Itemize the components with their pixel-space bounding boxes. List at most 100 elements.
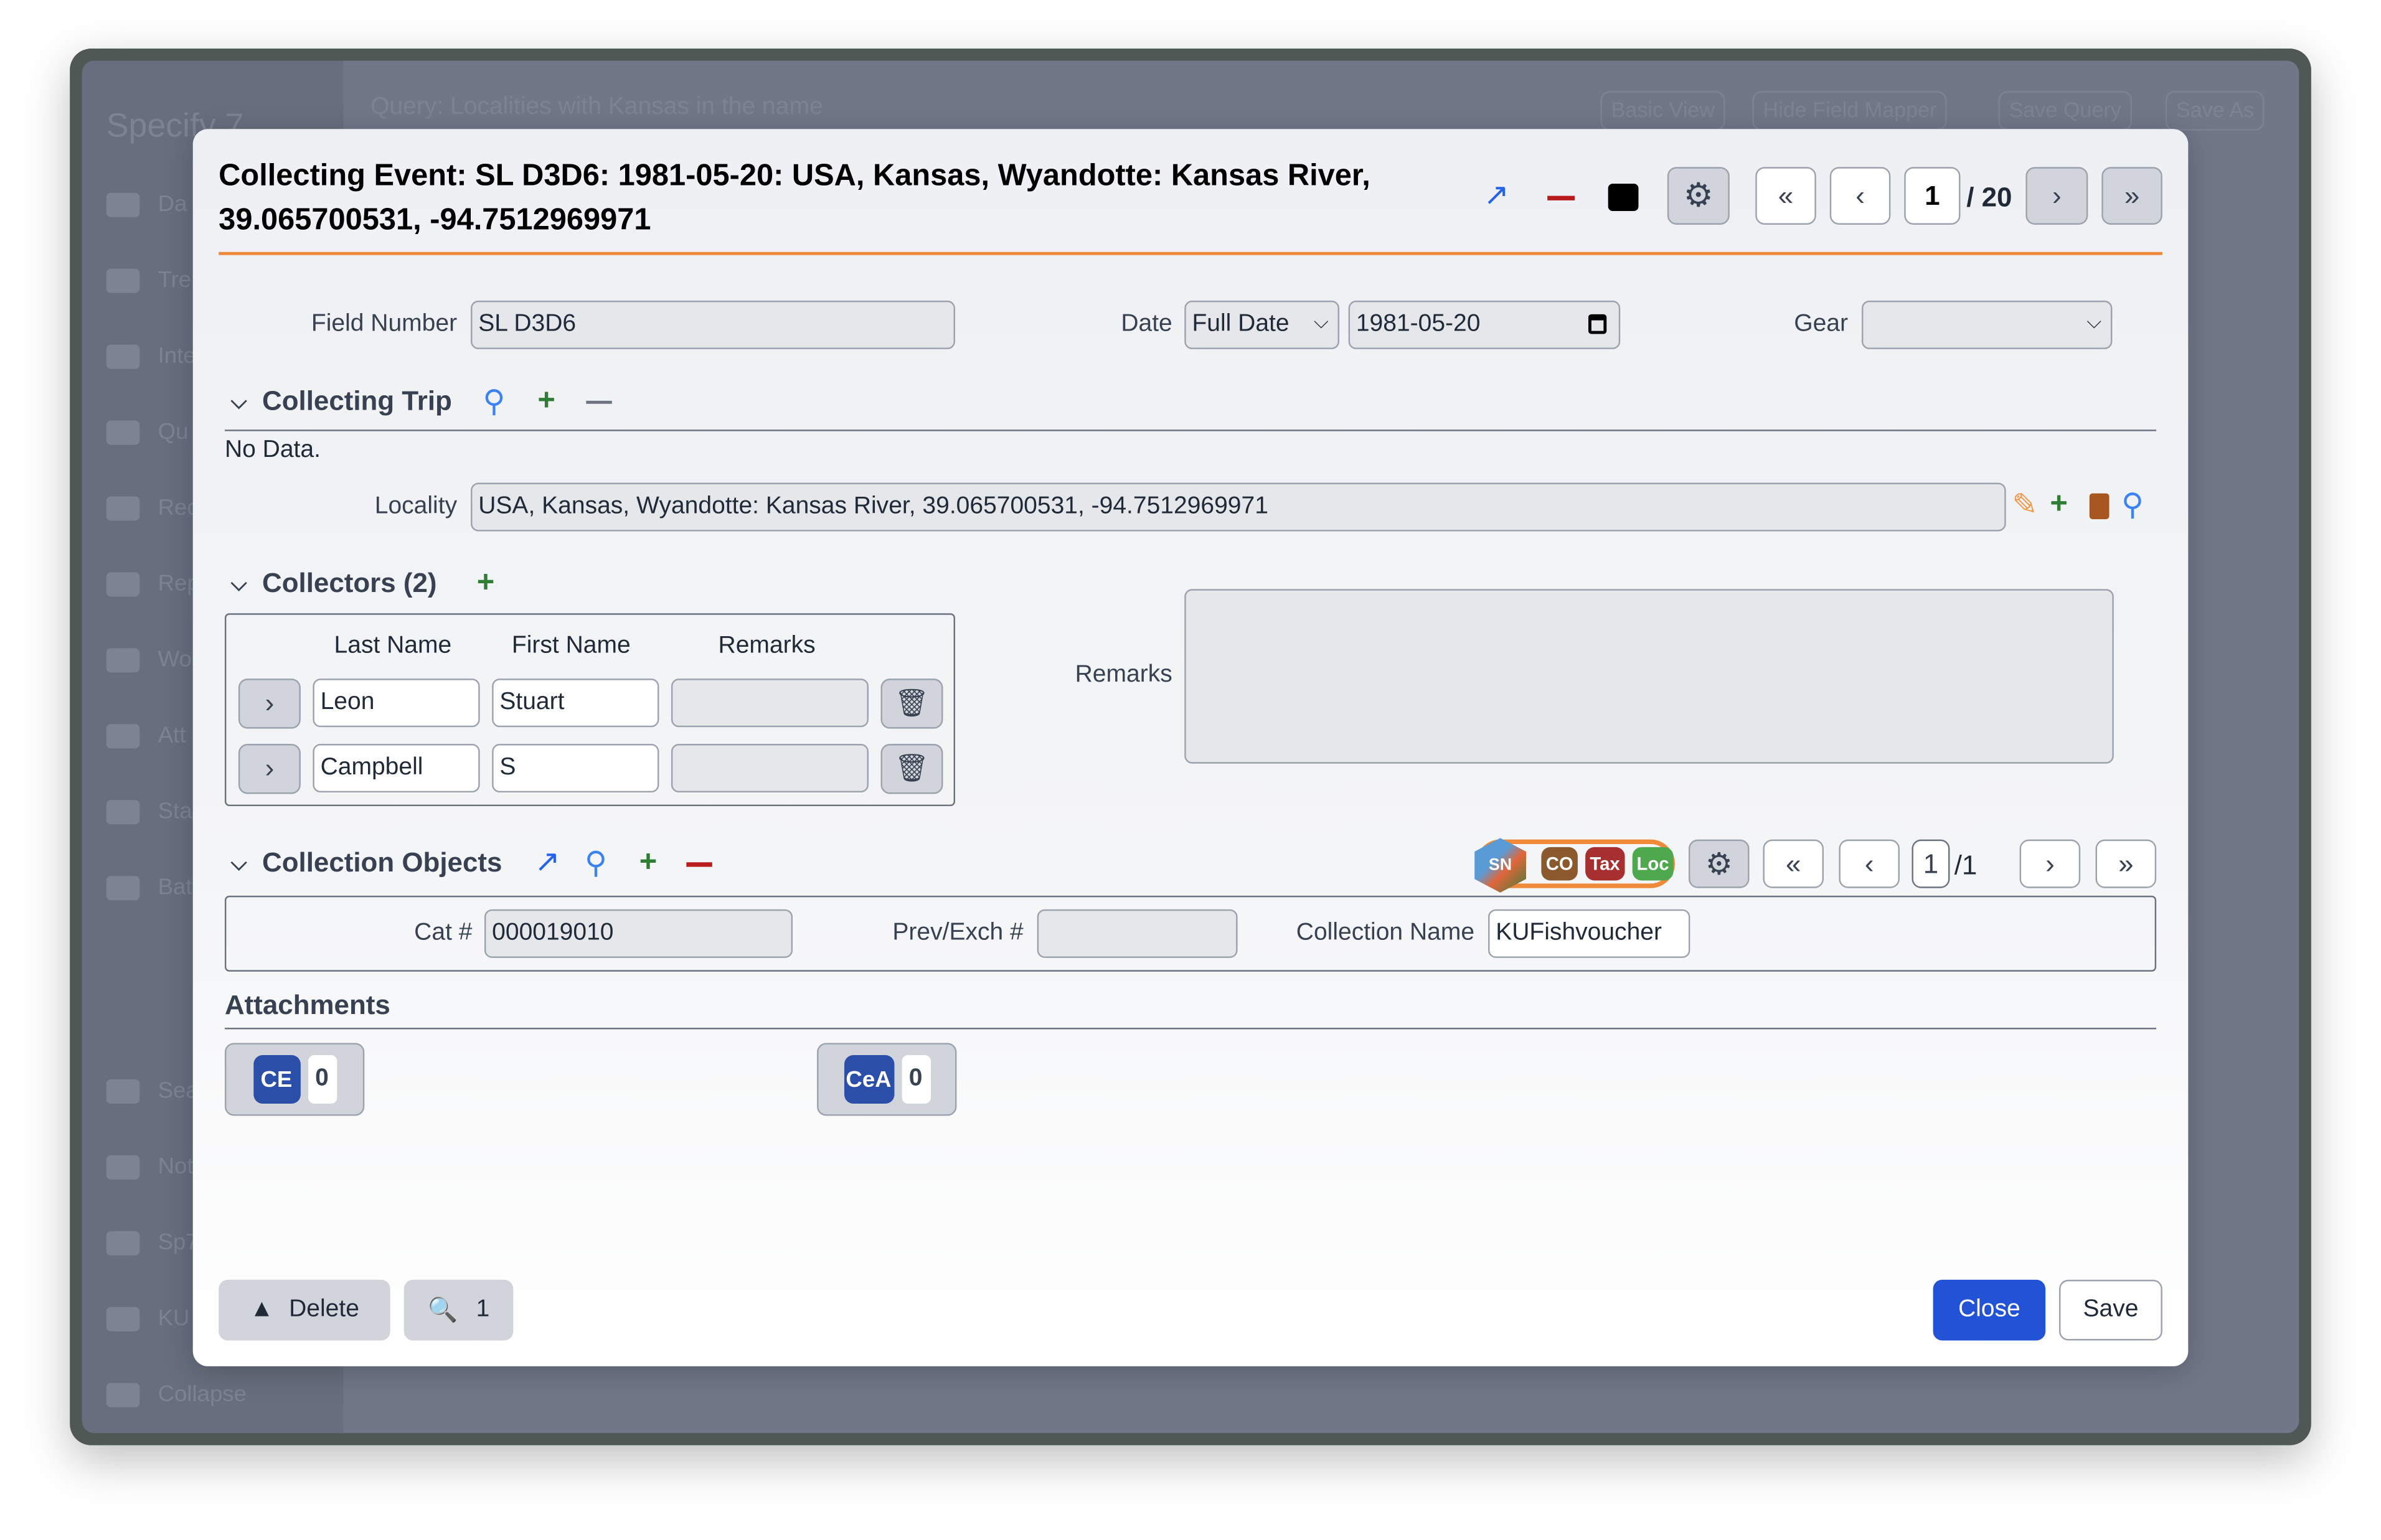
record-index-input[interactable]: 1 xyxy=(1904,167,1961,225)
remarks-label: Remarks xyxy=(1075,662,1172,688)
cat-number-input[interactable]: 000019010 xyxy=(484,909,793,958)
collecting-trip-header[interactable]: ⌵ Collecting Trip xyxy=(231,385,452,417)
loc-plugin-icon[interactable]: Loc xyxy=(1632,847,1674,881)
calendar-icon[interactable] xyxy=(1588,314,1607,334)
cea-attachment-icon: CeA xyxy=(843,1054,894,1104)
sidebar-item-label: Tre xyxy=(158,267,192,293)
remarks-input[interactable] xyxy=(671,744,869,793)
last-name-input[interactable]: Leon xyxy=(313,678,480,728)
collection-name-input[interactable]: KUFishvoucher xyxy=(1488,909,1690,958)
settings-button[interactable]: ⚙ xyxy=(1667,167,1730,225)
co-plugin-icon[interactable]: CO xyxy=(1541,847,1578,881)
chevron-down-icon[interactable]: ⌵ xyxy=(231,850,247,876)
chevron-down-icon[interactable]: ⌵ xyxy=(231,388,247,414)
date-input[interactable]: 1981-05-20 xyxy=(1348,300,1621,349)
sidebar-item[interactable]: Sea xyxy=(106,1078,199,1104)
close-button[interactable]: Close xyxy=(1933,1279,2046,1341)
minus-icon[interactable] xyxy=(1547,195,1575,200)
sidebar-item[interactable]: Da xyxy=(106,191,187,217)
prev-exch-input[interactable] xyxy=(1037,909,1238,958)
previous-icon: ‹ xyxy=(1855,179,1865,210)
date-precision-select[interactable]: Full Date ⌵ xyxy=(1184,300,1340,349)
search-icon[interactable]: ⚲ xyxy=(2121,491,2144,521)
co-last-button[interactable]: » xyxy=(2095,839,2157,888)
search-icon[interactable]: ⚲ xyxy=(483,387,506,418)
column-header: First Name xyxy=(511,632,631,659)
field-number-input[interactable]: SL D3D6 xyxy=(471,300,956,349)
no-data-text: No Data. xyxy=(224,437,321,463)
gear-label: Gear xyxy=(1794,311,1849,337)
clipboard-icon[interactable] xyxy=(2089,493,2110,520)
section-divider xyxy=(224,430,2157,431)
sidebar-item[interactable]: Tre xyxy=(106,267,191,293)
remove-icon[interactable] xyxy=(586,400,612,404)
expand-row-button[interactable]: › xyxy=(238,678,301,729)
sidebar-item[interactable]: Rec xyxy=(106,495,199,521)
co-next-button[interactable]: › xyxy=(2019,839,2081,888)
edit-icon[interactable]: ✎ xyxy=(2012,491,2037,521)
locality-input[interactable]: USA, Kansas, Wyandotte: Kansas River, 39… xyxy=(471,482,2006,532)
sidebar-item-label: Sta xyxy=(158,798,192,825)
chevron-down-icon: ⌵ xyxy=(1313,309,1329,333)
first-icon: « xyxy=(1778,179,1794,210)
attachments-heading: Attachments xyxy=(224,990,390,1020)
co-previous-button[interactable]: ‹ xyxy=(1839,839,1900,888)
co-first-button[interactable]: « xyxy=(1763,839,1824,888)
ce-attachments-button[interactable]: CE 0 xyxy=(224,1043,365,1116)
sidebar-item-icon xyxy=(106,799,140,824)
first-name-input[interactable]: Stuart xyxy=(492,678,659,728)
last-name-input[interactable]: Campbell xyxy=(313,744,480,793)
add-collector-icon[interactable]: + xyxy=(477,568,495,598)
sidebar-item[interactable]: KU xyxy=(106,1305,189,1331)
chevron-down-icon[interactable]: ⌵ xyxy=(231,571,247,596)
tax-plugin-icon[interactable]: Tax xyxy=(1585,847,1625,881)
sidebar-item[interactable]: Inte xyxy=(106,343,196,369)
co-index-input[interactable]: 1 xyxy=(1912,839,1950,888)
collection-objects-header[interactable]: ⌵ Collection Objects xyxy=(231,847,502,879)
delete-button[interactable]: ▲ Delete xyxy=(219,1279,390,1341)
delete-row-button[interactable]: 🗑 xyxy=(880,744,943,794)
first-record-button[interactable]: « xyxy=(1755,167,1816,225)
sidebar-item[interactable]: Att xyxy=(106,723,186,748)
sidebar-item[interactable]: Sta xyxy=(106,799,192,824)
search-icon[interactable]: ⚲ xyxy=(585,848,607,879)
add-icon[interactable]: + xyxy=(639,847,658,878)
sn-plugin-icon[interactable]: SN xyxy=(1474,838,1526,893)
next-record-button[interactable]: › xyxy=(2025,167,2088,225)
file-search-icon: 🔍 xyxy=(427,1298,458,1324)
image-icon[interactable] xyxy=(1608,184,1639,211)
first-name-input[interactable]: S xyxy=(492,744,659,793)
save-button[interactable]: Save xyxy=(2059,1279,2162,1341)
sidebar-item[interactable]: Sp7 xyxy=(106,1229,199,1256)
save-query-button[interactable]: Save Query xyxy=(1998,91,2132,131)
add-icon[interactable]: + xyxy=(2050,489,2068,519)
co-settings-button[interactable]: ⚙ xyxy=(1688,839,1750,888)
collectors-header[interactable]: ⌵ Collectors (2) xyxy=(231,568,437,599)
hide-field-mapper-button[interactable]: Hide Field Mapper xyxy=(1752,91,1948,131)
last-icon: » xyxy=(2124,179,2140,210)
prev-exch-label: Prev/Exch # xyxy=(892,919,1024,946)
gear-select[interactable]: ⌵ xyxy=(1861,300,2113,349)
last-record-button[interactable]: » xyxy=(2101,167,2162,225)
external-link-icon[interactable]: ↗ xyxy=(1484,181,1509,211)
add-icon[interactable]: + xyxy=(537,385,555,416)
plugin-toolbar[interactable]: SN CO Tax Loc xyxy=(1474,838,1675,893)
remove-icon[interactable] xyxy=(686,862,712,867)
expand-row-button[interactable]: › xyxy=(238,744,301,794)
sidebar-item[interactable]: Wo xyxy=(106,647,192,672)
sidebar-item[interactable]: Not xyxy=(106,1153,194,1180)
remarks-input[interactable] xyxy=(671,678,869,728)
external-link-icon[interactable]: ↗ xyxy=(534,847,560,878)
cea-attachments-button[interactable]: CeA 0 xyxy=(817,1043,957,1116)
save-as-button[interactable]: Save As xyxy=(2165,91,2265,131)
sidebar-item[interactable]: Rep xyxy=(106,571,200,596)
basic-view-button[interactable]: Basic View xyxy=(1600,91,1726,131)
sidebar-item[interactable]: Collapse xyxy=(106,1381,247,1407)
remarks-textarea[interactable] xyxy=(1184,589,2114,764)
sidebar-item[interactable]: Bat xyxy=(106,875,192,900)
sidebar-item[interactable]: Qu xyxy=(106,419,188,445)
usages-button[interactable]: 🔍 1 xyxy=(403,1279,514,1341)
delete-row-button[interactable]: 🗑 xyxy=(880,678,943,729)
previous-record-button[interactable]: ‹ xyxy=(1829,167,1891,225)
collecting-event-dialog: Collecting Event: SL D3D6: 1981-05-20: U… xyxy=(192,129,2189,1366)
